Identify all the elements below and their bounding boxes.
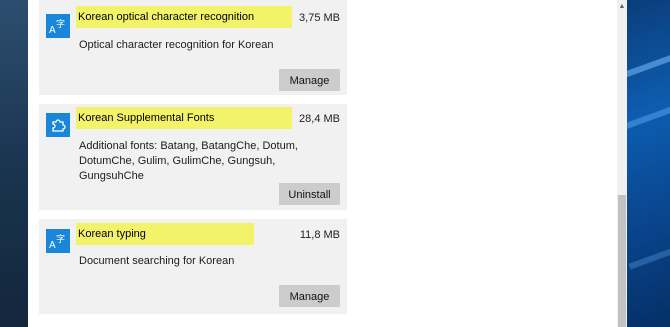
font-language-icon: A 字 — [46, 14, 70, 38]
desktop-background-right — [627, 0, 670, 327]
font-language-icon: A 字 — [46, 229, 70, 253]
feature-card-korean-typing[interactable]: A 字 Korean typing 11,8 MB Document searc… — [39, 219, 347, 314]
feature-title: Korean optical character recognition — [76, 6, 292, 28]
feature-description: Additional fonts: Batang, BatangChe, Dot… — [79, 140, 298, 182]
feature-title: Korean typing — [76, 223, 254, 245]
svg-text:A: A — [49, 240, 56, 250]
light-beam-decoration — [627, 46, 670, 80]
light-beam-decoration — [628, 236, 670, 270]
feature-card-korean-supplemental-fonts[interactable]: Korean Supplemental Fonts 28,4 MB Additi… — [39, 104, 347, 210]
feature-description: Optical character recognition for Korean — [79, 39, 274, 51]
light-beam-decoration — [627, 96, 670, 130]
feature-title: Korean Supplemental Fonts — [76, 107, 292, 129]
puzzle-piece-icon — [46, 113, 70, 137]
scroll-up-arrow-icon[interactable]: ▲ — [617, 0, 627, 12]
manage-button[interactable]: Manage — [279, 69, 340, 91]
feature-size: 28,4 MB — [299, 113, 340, 125]
feature-card-korean-ocr[interactable]: A 字 Korean optical character recognition… — [39, 0, 347, 95]
uninstall-button[interactable]: Uninstall — [279, 183, 340, 205]
desktop-background-left — [0, 0, 28, 327]
vertical-scrollbar[interactable]: ▲ — [617, 0, 627, 327]
svg-text:字: 字 — [56, 18, 65, 30]
scroll-thumb[interactable] — [618, 195, 626, 327]
feature-description: Document searching for Korean — [79, 255, 235, 267]
manage-button[interactable]: Manage — [279, 285, 340, 307]
optional-features-panel: A 字 Korean optical character recognition… — [28, 0, 627, 327]
svg-text:字: 字 — [56, 233, 65, 245]
svg-text:A: A — [49, 25, 56, 35]
feature-size: 3,75 MB — [299, 12, 340, 24]
feature-size: 11,8 MB — [299, 229, 340, 241]
